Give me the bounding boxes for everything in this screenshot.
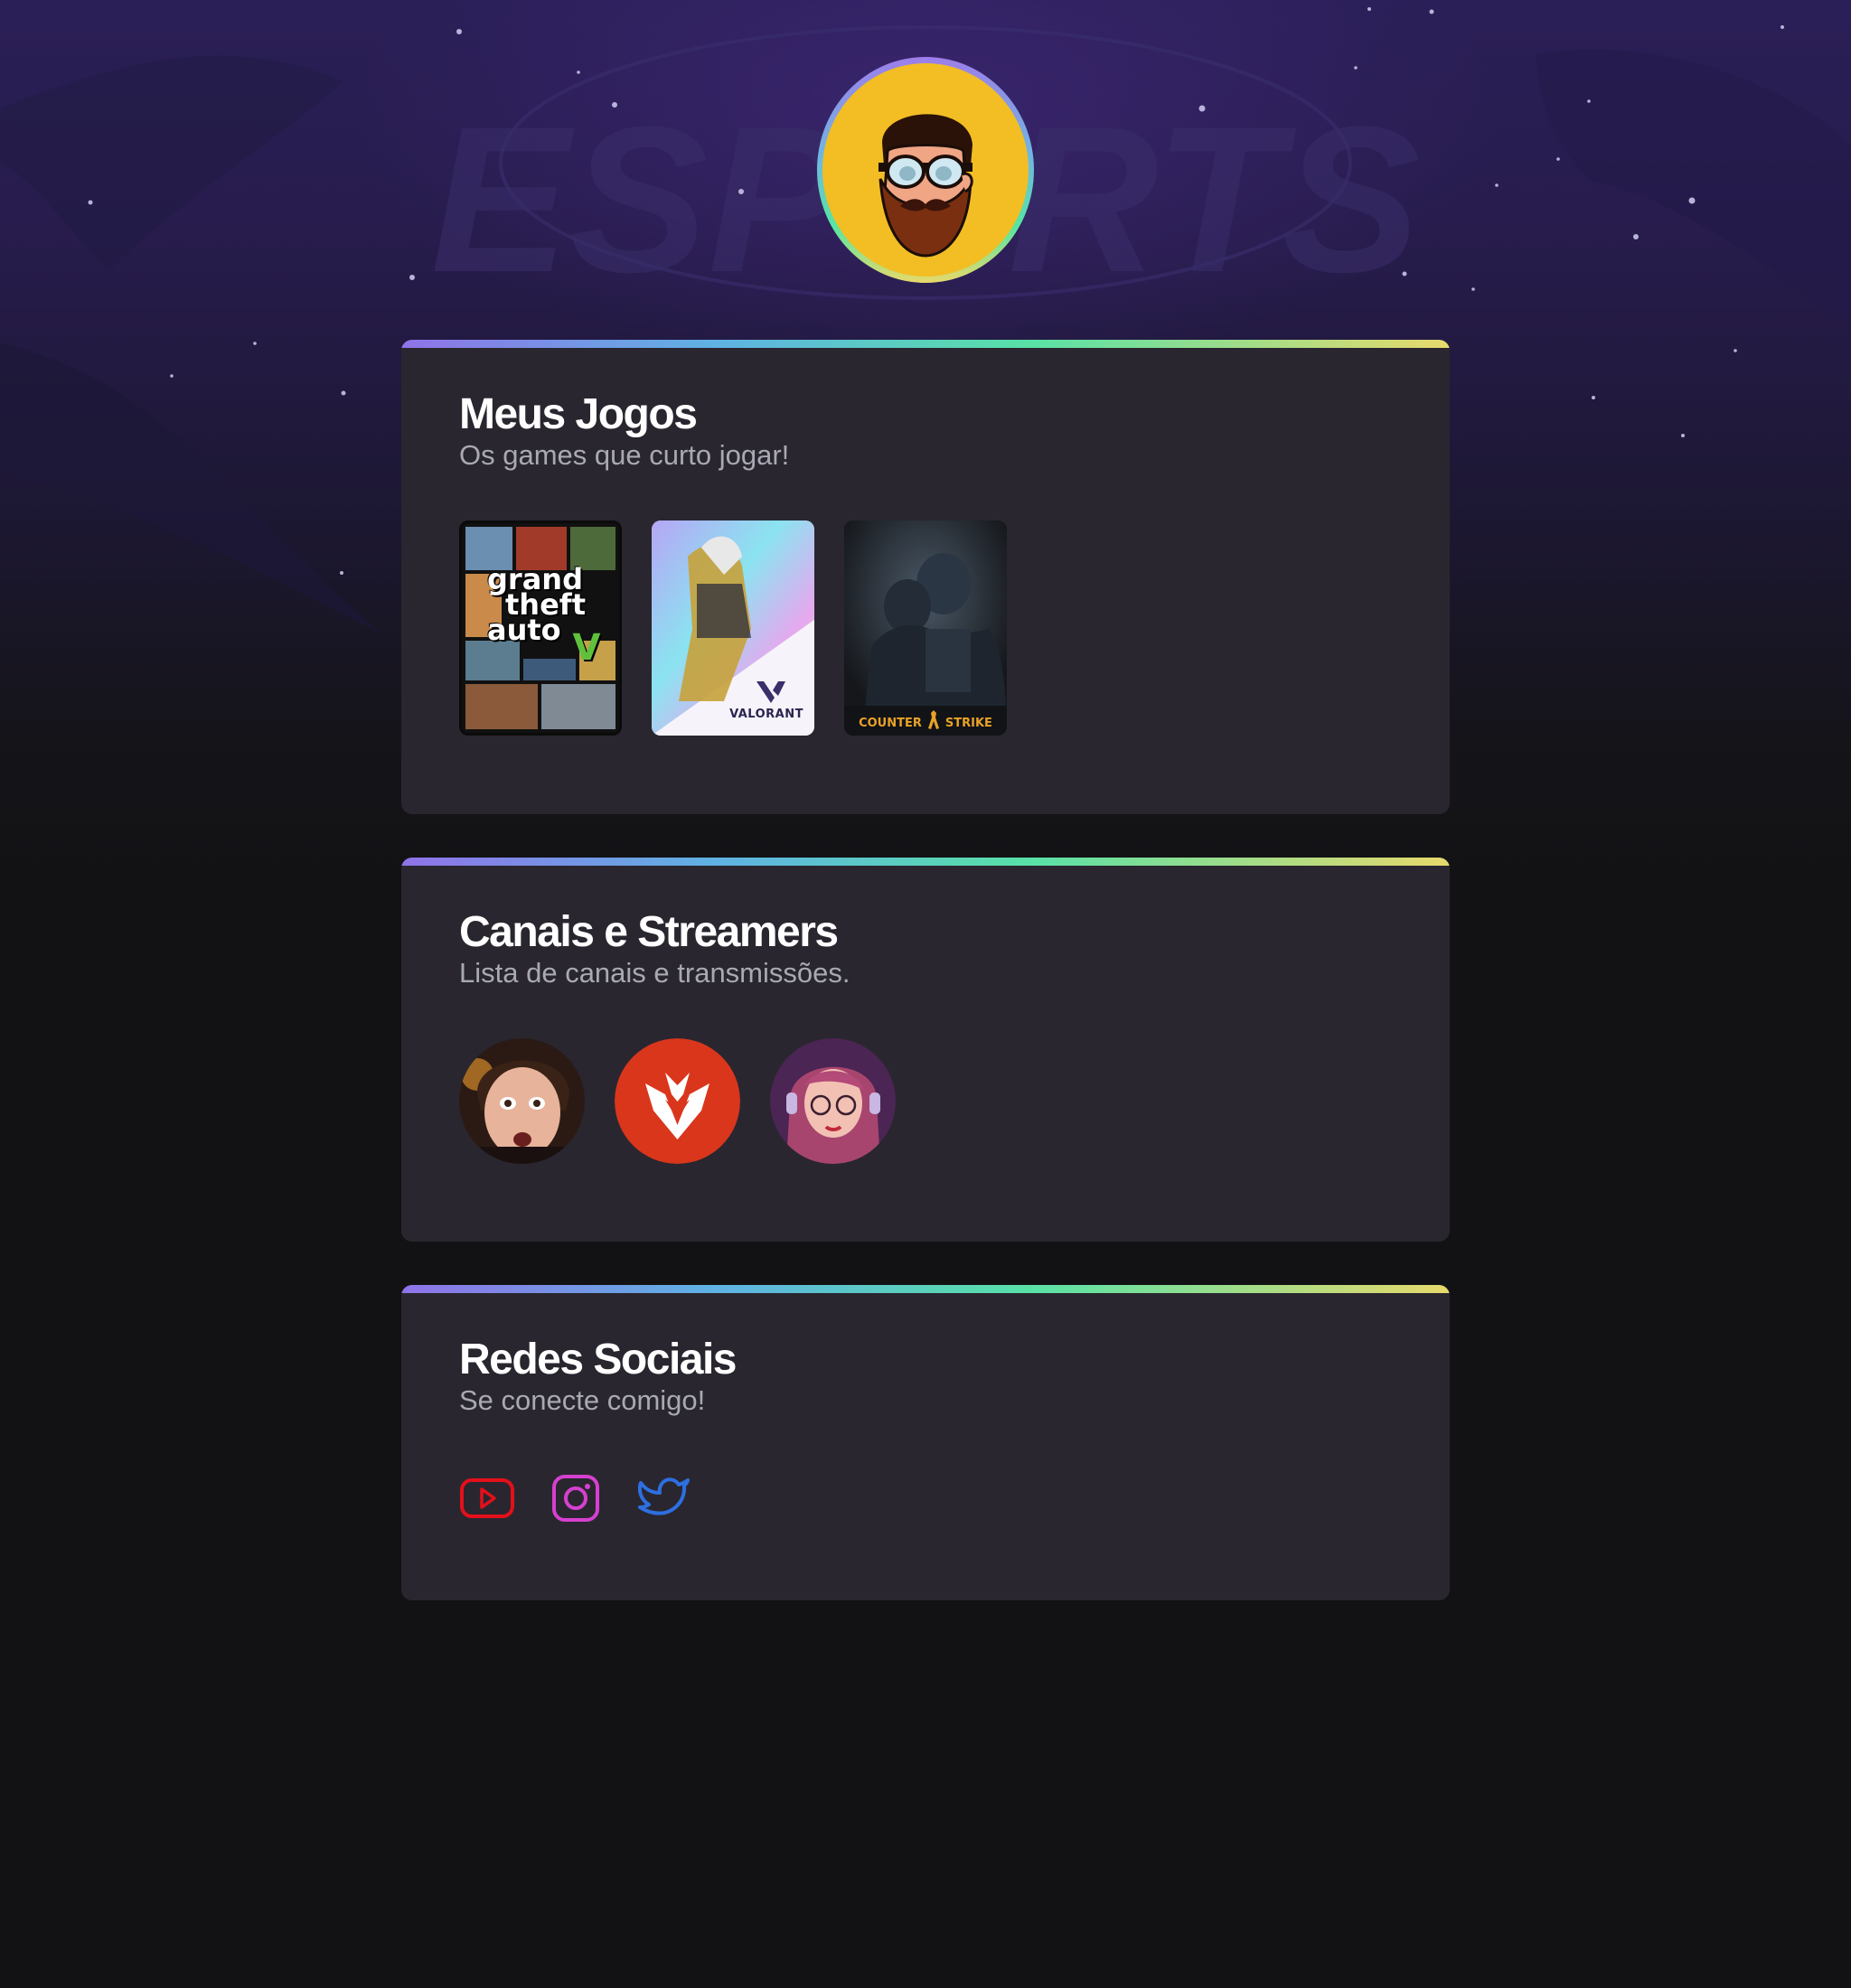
streamer-avatar-1[interactable] <box>459 1038 585 1164</box>
cs-soldier-icon <box>927 710 939 729</box>
streamers-card: Canais e Streamers Lista de canais e tra… <box>401 858 1450 1242</box>
streamers-subtitle: Lista de canais e transmissões. <box>459 957 850 989</box>
illustrated-girl-avatar <box>770 1038 896 1164</box>
social-subtitle: Se conecte comigo! <box>459 1384 706 1416</box>
games-title: Meus Jogos <box>459 390 698 438</box>
red-shield-logo-avatar <box>615 1038 740 1164</box>
streamer-avatar-3[interactable] <box>770 1038 896 1164</box>
streamer-avatar-2[interactable] <box>615 1038 740 1164</box>
gta-five-badge: V <box>572 627 601 669</box>
twitter-link[interactable] <box>636 1470 692 1526</box>
instagram-icon <box>552 1475 599 1522</box>
valorant-cover-text: VALORANT <box>729 708 803 721</box>
streamers-list <box>459 1038 896 1164</box>
game-cover-counter-strike[interactable]: COUNTER STRIKE <box>844 520 1007 736</box>
games-list: grand theft auto V VALORANT COUNTER STRI… <box>459 520 1007 736</box>
streamer-face-avatar <box>459 1038 585 1164</box>
streamers-title: Canais e Streamers <box>459 908 839 956</box>
games-subtitle: Os games que curto jogar! <box>459 439 790 471</box>
bearded-gamer-avatar-icon <box>879 114 973 258</box>
twitter-icon <box>638 1477 690 1515</box>
youtube-link[interactable] <box>459 1470 515 1526</box>
game-cover-gta-v[interactable]: grand theft auto V <box>459 520 622 736</box>
counter-strike-cover-art <box>844 520 1007 736</box>
profile-avatar <box>817 57 1034 283</box>
youtube-icon <box>460 1478 514 1518</box>
social-card: Redes Sociais Se conecte comigo! <box>401 1285 1450 1600</box>
valorant-cover-art <box>652 520 814 736</box>
counter-strike-logo: COUNTER STRIKE <box>844 710 1007 730</box>
social-title: Redes Sociais <box>459 1336 738 1383</box>
social-links-list <box>459 1470 692 1526</box>
cs-logo-left-text: COUNTER <box>859 717 922 730</box>
games-card: Meus Jogos Os games que curto jogar! gra… <box>401 340 1450 814</box>
game-cover-valorant[interactable]: VALORANT <box>652 520 814 736</box>
instagram-link[interactable] <box>548 1470 604 1526</box>
cs-logo-right-text: STRIKE <box>944 717 992 730</box>
